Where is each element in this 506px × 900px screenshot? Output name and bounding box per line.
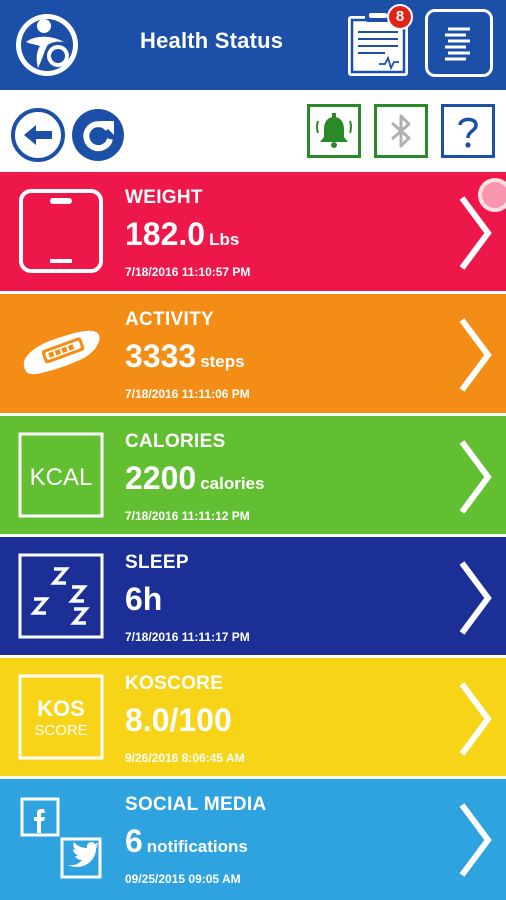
tile-timestamp: 7/18/2016 11:10:57 PM	[125, 265, 251, 279]
page-title: Health Status	[140, 28, 284, 53]
tile-title: SOCIAL MEDIA	[125, 794, 267, 815]
help-question-icon	[458, 117, 478, 148]
tile-value: 8.0/100	[125, 702, 232, 738]
social-media-icon	[20, 797, 102, 879]
tile-timestamp: 09/25/2015 09:05 AM	[125, 872, 241, 886]
tile-value: 2200 calories	[125, 460, 265, 496]
scale-icon	[19, 189, 103, 273]
tile-title: WEIGHT	[125, 187, 203, 208]
help-button[interactable]	[441, 104, 495, 158]
koscore-tile[interactable]: KOS SCORE KOSCORE 8.0/100 9/26/2016 8:06…	[0, 658, 506, 777]
tile-timestamp: 7/18/2016 11:11:17 PM	[125, 630, 250, 644]
person-logo-icon[interactable]	[14, 12, 80, 78]
sleep-tile[interactable]: SLEEP 6h 7/18/2016 11:11:17 PM	[0, 537, 506, 656]
activity-tile[interactable]: ACTIVITY 3333 steps 7/18/2016 11:11:06 PM	[0, 294, 506, 413]
alarm-button[interactable]	[307, 104, 361, 158]
chevron-right-icon[interactable]	[456, 438, 496, 516]
tile-title: ACTIVITY	[125, 309, 214, 330]
kos-score-icon: KOS SCORE	[18, 674, 104, 760]
touch-indicator	[478, 178, 506, 212]
calories-tile[interactable]: KCAL CALORIES 2200 calories 7/18/2016 11:…	[0, 416, 506, 535]
bluetooth-button[interactable]	[374, 104, 428, 158]
tile-value: 6h	[125, 581, 163, 617]
sleep-zzz-icon	[18, 553, 104, 639]
chevron-right-icon[interactable]	[456, 680, 496, 758]
tile-value: 6 notifications	[125, 823, 248, 859]
bell-icon	[316, 113, 352, 148]
notification-badge: 8	[387, 4, 413, 30]
svg-text:KOS: KOS	[37, 696, 85, 721]
chevron-right-icon[interactable]	[456, 316, 496, 394]
tile-title: CALORIES	[125, 431, 226, 452]
tile-title: KOSCORE	[125, 673, 224, 694]
tile-value: 182.0 Lbs	[125, 216, 240, 252]
tile-title: SLEEP	[125, 552, 189, 573]
activity-band-icon	[23, 330, 100, 375]
social-media-tile[interactable]: SOCIAL MEDIA 6 notifications 09/25/2015 0…	[0, 779, 506, 900]
svg-text:SCORE: SCORE	[34, 722, 87, 739]
toolbar	[0, 90, 506, 172]
kcal-icon: KCAL	[18, 432, 104, 518]
bluetooth-icon	[391, 114, 411, 148]
health-status-screen: Health Status 8 WEIGHT 182.0 Lbs 7/18/20…	[0, 0, 506, 900]
menu-list-icon	[445, 27, 470, 61]
weight-tile[interactable]: WEIGHT 182.0 Lbs 7/18/2016 11:10:57 PM	[0, 172, 506, 291]
app-header: Health Status 8	[0, 0, 506, 90]
tile-timestamp: 7/18/2016 11:11:06 PM	[125, 387, 250, 401]
chevron-right-icon[interactable]	[456, 801, 496, 879]
svg-text:KCAL: KCAL	[30, 464, 93, 491]
tile-value: 3333 steps	[125, 338, 245, 374]
tile-timestamp: 7/18/2016 11:11:12 PM	[125, 509, 250, 523]
refresh-icon[interactable]	[70, 107, 126, 163]
back-arrow-icon[interactable]	[10, 107, 66, 163]
tile-timestamp: 9/26/2016 8:06:45 AM	[125, 751, 245, 765]
menu-button[interactable]	[425, 9, 493, 77]
chevron-right-icon[interactable]	[456, 559, 496, 637]
